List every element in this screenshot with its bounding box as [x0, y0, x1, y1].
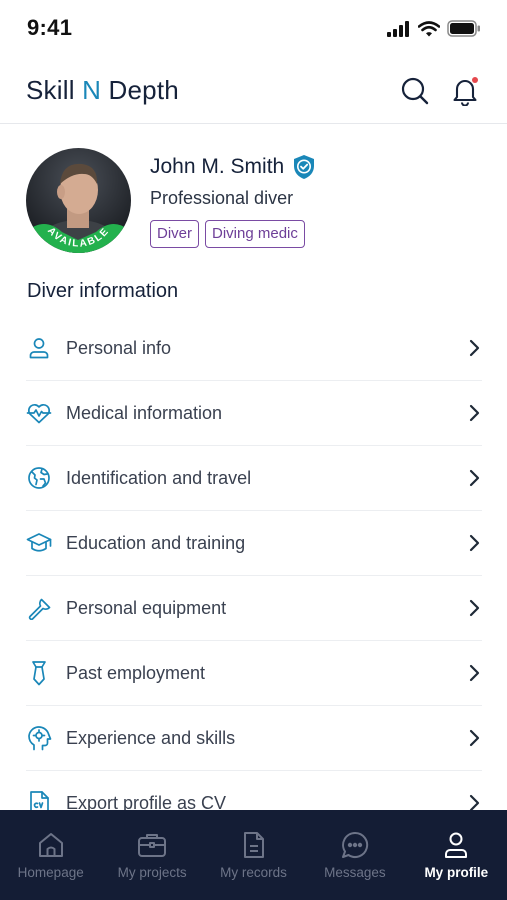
chevron-right-icon	[469, 469, 480, 487]
brand-text: Skill	[26, 75, 83, 105]
nav-item-my-profile[interactable]: My profile	[406, 810, 507, 900]
brand-accent: N	[82, 75, 102, 105]
verified-shield-icon	[294, 155, 315, 179]
nav-label: My records	[220, 865, 287, 880]
chevron-right-icon	[469, 664, 480, 682]
profile-title: Professional diver	[150, 188, 294, 208]
nav-label: Homepage	[17, 865, 84, 880]
item-label: Personal info	[66, 337, 172, 358]
list-item-medical-information[interactable]: Medical information	[26, 381, 482, 446]
nav-label: My profile	[424, 865, 489, 880]
item-label: Personal equipment	[66, 597, 227, 618]
wrench-icon	[26, 595, 52, 621]
list-item-identification-and-travel[interactable]: Identification and travel	[26, 446, 482, 511]
bottom-nav: Homepage My projects My records Messages…	[0, 810, 507, 900]
item-label: Identification and travel	[66, 467, 252, 488]
availability-badge: AVAILABLE	[45, 226, 112, 250]
brand-text-end: Depth	[101, 75, 179, 105]
profile-card: AVAILABLE John M. Smith Professional div…	[26, 148, 486, 258]
nav-item-homepage[interactable]: Homepage	[0, 810, 101, 900]
section-title: Diver information	[27, 280, 179, 302]
nav-item-messages[interactable]: Messages	[304, 810, 405, 900]
nav-label: My projects	[117, 865, 187, 880]
nav-item-my-records[interactable]: My records	[203, 810, 304, 900]
briefcase-icon	[137, 831, 167, 859]
status-time: 9:41	[27, 15, 73, 40]
globe-icon	[26, 465, 52, 491]
notifications-button[interactable]	[448, 74, 482, 108]
profile-name: John M. Smith	[150, 155, 285, 178]
list-item-personal-info[interactable]: Personal info	[26, 316, 482, 381]
item-label: Education and training	[66, 532, 246, 553]
availability-text: AVAILABLE	[45, 226, 110, 250]
nav-item-my-projects[interactable]: My projects	[101, 810, 202, 900]
status-icons	[387, 20, 481, 42]
profile-name-row: John M. Smith	[150, 154, 316, 180]
chevron-right-icon	[469, 599, 480, 617]
battery-icon	[447, 20, 481, 42]
chevron-right-icon	[469, 339, 480, 357]
item-label: Medical information	[66, 402, 223, 423]
wifi-icon	[417, 20, 441, 42]
document-icon	[242, 831, 266, 859]
chevron-right-icon	[469, 534, 480, 552]
tag-diver: Diver	[150, 220, 200, 248]
list-item-experience-and-skills[interactable]: Experience and skills	[26, 706, 482, 771]
list-item-education-and-training[interactable]: Education and training	[26, 511, 482, 576]
item-label: Experience and skills	[66, 727, 236, 748]
app-header: Skill N Depth	[0, 58, 507, 124]
chat-icon	[341, 831, 369, 859]
cellular-signal-icon	[387, 20, 411, 42]
search-button[interactable]	[398, 74, 432, 108]
notification-dot	[472, 77, 478, 83]
nav-label: Messages	[324, 865, 386, 880]
list-item-past-employment[interactable]: Past employment	[26, 641, 482, 706]
search-icon	[401, 77, 429, 105]
brand-logo: Skill N Depth	[26, 75, 179, 106]
avatar[interactable]: AVAILABLE	[26, 148, 131, 253]
tag-diving-medic: Diving medic	[205, 220, 305, 248]
diver-info-list: Personal info Medical information Identi…	[26, 316, 482, 836]
tag-list: Diver Diving medic	[150, 220, 305, 248]
chevron-right-icon	[469, 404, 480, 422]
heart-pulse-icon	[26, 400, 52, 426]
svg-text:AVAILABLE: AVAILABLE	[45, 226, 112, 250]
list-item-personal-equipment[interactable]: Personal equipment	[26, 576, 482, 641]
home-icon	[37, 831, 65, 859]
necktie-icon	[26, 660, 52, 686]
head-gear-icon	[26, 725, 52, 751]
graduation-cap-icon	[26, 530, 52, 556]
chevron-right-icon	[469, 729, 480, 747]
status-bar: 9:41	[0, 0, 507, 58]
item-label: Past employment	[66, 662, 206, 683]
profile-icon	[443, 831, 469, 859]
user-icon	[26, 335, 52, 361]
